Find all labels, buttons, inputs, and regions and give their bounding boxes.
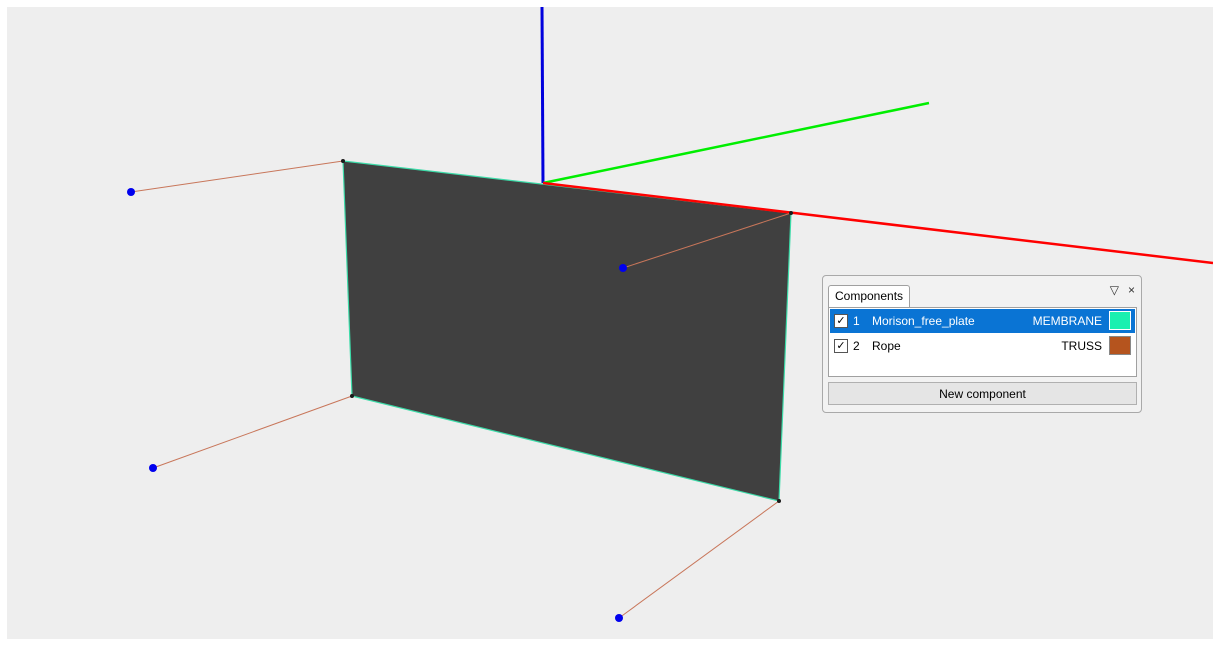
anchor-point[interactable] xyxy=(149,464,157,472)
y-axis xyxy=(542,101,930,185)
rope-line[interactable] xyxy=(152,395,353,469)
float-panel-icon[interactable]: ▽ xyxy=(1110,283,1119,297)
rope-line[interactable] xyxy=(130,160,344,193)
component-color-swatch[interactable] xyxy=(1109,311,1131,330)
component-index: 2 xyxy=(853,339,860,353)
new-component-button[interactable]: New component xyxy=(828,382,1137,405)
component-visible-checkbox[interactable]: ✓ xyxy=(834,314,848,328)
plate-node[interactable] xyxy=(789,211,793,215)
component-list: ✓ 1 Morison_free_plate MEMBRANE ✓ 2 Rope… xyxy=(828,307,1137,377)
anchor-point[interactable] xyxy=(619,264,627,272)
components-panel: Components ▽ × ✓ 1 Morison_free_plate ME… xyxy=(822,275,1142,413)
application-window: Components ▽ × ✓ 1 Morison_free_plate ME… xyxy=(0,0,1213,645)
plate-node[interactable] xyxy=(350,394,354,398)
panel-controls: ▽ × xyxy=(1110,283,1135,297)
component-name: Rope xyxy=(872,339,901,353)
component-type: TRUSS xyxy=(1061,339,1102,353)
plate-node[interactable] xyxy=(341,159,345,163)
anchor-point[interactable] xyxy=(615,614,623,622)
membrane-plate[interactable] xyxy=(342,160,792,502)
component-row-rope[interactable]: ✓ 2 Rope TRUSS xyxy=(830,334,1135,358)
close-panel-icon[interactable]: × xyxy=(1128,283,1135,297)
rope-line[interactable] xyxy=(618,500,780,619)
component-visible-checkbox[interactable]: ✓ xyxy=(834,339,848,353)
component-row-morison-free-plate[interactable]: ✓ 1 Morison_free_plate MEMBRANE xyxy=(830,309,1135,333)
component-type: MEMBRANE xyxy=(1032,314,1102,328)
plate-node[interactable] xyxy=(777,499,781,503)
component-color-swatch[interactable] xyxy=(1109,336,1131,355)
anchor-point[interactable] xyxy=(127,188,135,196)
component-name: Morison_free_plate xyxy=(872,314,975,328)
z-axis xyxy=(540,7,545,184)
component-index: 1 xyxy=(853,314,860,328)
components-tab[interactable]: Components xyxy=(828,285,911,307)
